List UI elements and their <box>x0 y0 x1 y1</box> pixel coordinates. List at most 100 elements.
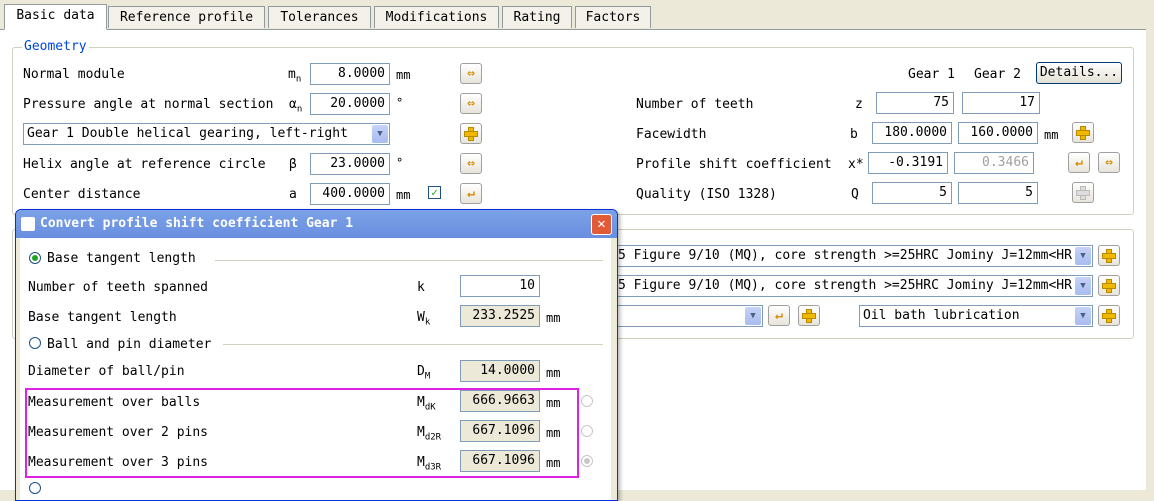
over-3pins-radio[interactable] <box>581 455 593 467</box>
teeth-spanned-label: Number of teeth spanned <box>28 280 209 295</box>
base-tangent-length-value: 233.2525 <box>460 305 540 327</box>
teeth-gear1-input[interactable]: 75 <box>876 92 954 114</box>
teeth-spanned-input[interactable]: 10 <box>460 275 540 297</box>
over-balls-value: 666.9663 <box>460 390 540 412</box>
close-button[interactable]: ✕ <box>591 214 612 235</box>
return-arrow-icon: ↵ <box>775 307 783 323</box>
lubrication-add-button[interactable] <box>1098 305 1120 326</box>
tab-factors[interactable]: Factors <box>575 6 651 28</box>
chevron-down-icon: ▼ <box>372 125 388 143</box>
base-tangent-radio[interactable] <box>29 252 41 264</box>
over-balls-unit: mm <box>546 396 561 410</box>
quality-gear1-input[interactable]: 5 <box>872 182 952 204</box>
ball-pin-diameter-unit: mm <box>546 366 561 380</box>
base-tangent-section-label: Base tangent length <box>47 251 196 266</box>
pressure-angle-input[interactable]: 20.0000 <box>310 93 390 115</box>
quality-symbol: Q <box>851 187 859 202</box>
teeth-symbol: z <box>855 97 863 112</box>
over-2pins-symbol: Md2R <box>417 425 442 443</box>
teeth-gear2-input[interactable]: 17 <box>962 92 1040 114</box>
helix-angle-label: Helix angle at reference circle <box>23 157 266 172</box>
pressure-angle-label: Pressure angle at normal section <box>23 97 274 112</box>
over-2pins-radio[interactable] <box>581 425 593 437</box>
normal-module-symbol: mn <box>288 67 302 85</box>
gearing-type-select[interactable]: Gear 1 Double helical gearing, left-righ… <box>23 123 390 145</box>
dialog-title-bar[interactable]: Convert profile shift coefficient Gear 1… <box>16 210 617 238</box>
center-distance-input[interactable]: 400.0000 <box>310 183 390 205</box>
profile-shift-convert-button[interactable]: ⇔ <box>1098 152 1120 173</box>
over-2pins-value: 667.1096 <box>460 420 540 442</box>
over-balls-label: Measurement over balls <box>28 395 201 410</box>
tab-reference-profile[interactable]: Reference profile <box>108 6 265 28</box>
base-tangent-length-label: Base tangent length <box>28 310 177 325</box>
helix-angle-unit: ° <box>396 156 404 170</box>
facewidth-add-button[interactable] <box>1072 122 1094 143</box>
material-gear2-select[interactable]: 5 Figure 9/10 (MQ), core strength >=25HR… <box>614 275 1093 297</box>
lubricant-add-button[interactable] <box>798 305 820 326</box>
plus-icon <box>464 126 478 141</box>
swap-arrow-icon: ⇔ <box>467 95 475 111</box>
lubrication-type-select[interactable]: Oil bath lubrication ▼ <box>859 305 1093 327</box>
lubricant-calc-button[interactable]: ↵ <box>768 305 790 326</box>
over-2pins-label: Measurement over 2 pins <box>28 425 209 440</box>
normal-module-convert-button[interactable]: ⇔ <box>460 63 482 84</box>
center-distance-symbol: a <box>289 187 297 202</box>
profile-shift-gear2-input[interactable]: 0.3466 <box>954 152 1034 174</box>
normal-module-unit: mm <box>396 68 411 82</box>
over-3pins-unit: mm <box>546 456 561 470</box>
center-distance-checkbox[interactable]: ✓ <box>428 186 441 199</box>
profile-shift-label: Profile shift coefficient <box>636 157 832 172</box>
plus-icon <box>1076 125 1090 140</box>
separator <box>223 344 603 345</box>
quality-gear2-input[interactable]: 5 <box>958 182 1038 204</box>
pressure-angle-convert-button[interactable]: ⇔ <box>460 93 482 114</box>
material-gear1-add-button[interactable] <box>1098 245 1120 266</box>
tab-tolerances[interactable]: Tolerances <box>268 6 371 28</box>
plus-icon <box>1102 308 1116 323</box>
ball-pin-diameter-input[interactable]: 14.0000 <box>460 360 540 382</box>
tab-modifications[interactable]: Modifications <box>374 6 499 28</box>
material-gear2-add-button[interactable] <box>1098 275 1120 296</box>
helix-angle-convert-button[interactable]: ⇔ <box>460 153 482 174</box>
gearing-add-button[interactable] <box>460 123 482 144</box>
tab-rating[interactable]: Rating <box>502 6 572 28</box>
convert-profile-shift-dialog: Convert profile shift coefficient Gear 1… <box>15 209 618 501</box>
helix-angle-input[interactable]: 23.0000 <box>310 153 390 175</box>
geometry-group-title: Geometry <box>22 39 89 54</box>
facewidth-gear1-input[interactable]: 180.0000 <box>872 122 952 144</box>
profile-shift-calc-button[interactable]: ↵ <box>1068 152 1090 173</box>
over-3pins-symbol: Md3R <box>417 455 442 473</box>
normal-module-input[interactable]: 8.0000 <box>310 63 390 85</box>
app-icon <box>21 217 35 231</box>
plus-icon <box>1102 278 1116 293</box>
details-button[interactable]: Details... <box>1036 62 1122 84</box>
over-balls-radio[interactable] <box>581 395 593 407</box>
swap-arrow-icon: ⇔ <box>467 65 475 81</box>
over-3pins-label: Measurement over 3 pins <box>28 455 209 470</box>
tab-basic-data[interactable]: Basic data <box>4 4 107 30</box>
ball-pin-diameter-label: Diameter of ball/pin <box>28 364 185 379</box>
facewidth-gear2-input[interactable]: 160.0000 <box>958 122 1038 144</box>
profile-shift-gear1-input[interactable]: -0.3191 <box>868 152 948 174</box>
center-distance-unit: mm <box>396 188 411 202</box>
separator <box>215 260 603 261</box>
profile-shift-symbol: x* <box>848 157 864 172</box>
center-distance-calc-button[interactable]: ↵ <box>460 183 482 204</box>
pressure-angle-unit: ° <box>396 96 404 110</box>
base-tangent-length-symbol: Wk <box>417 310 431 328</box>
pressure-angle-symbol: αn <box>289 97 303 115</box>
teeth-spanned-symbol: k <box>417 280 425 295</box>
return-arrow-icon: ↵ <box>467 185 475 201</box>
facewidth-label: Facewidth <box>636 127 707 142</box>
plus-icon <box>1076 185 1090 200</box>
over-3pins-value: 667.1096 <box>460 450 540 472</box>
gear2-header: Gear 2 <box>974 67 1021 82</box>
swap-arrow-icon: ⇔ <box>1105 154 1113 170</box>
center-distance-label: Center distance <box>23 187 141 202</box>
ball-pin-radio[interactable] <box>29 337 41 349</box>
material-gear1-select[interactable]: 5 Figure 9/10 (MQ), core strength >=25HR… <box>614 245 1093 267</box>
quality-add-button[interactable] <box>1072 182 1094 203</box>
base-tangent-length-unit: mm <box>546 311 561 325</box>
swap-arrow-icon: ⇔ <box>467 155 475 171</box>
lubricant-select[interactable]: ▼ <box>614 305 763 327</box>
